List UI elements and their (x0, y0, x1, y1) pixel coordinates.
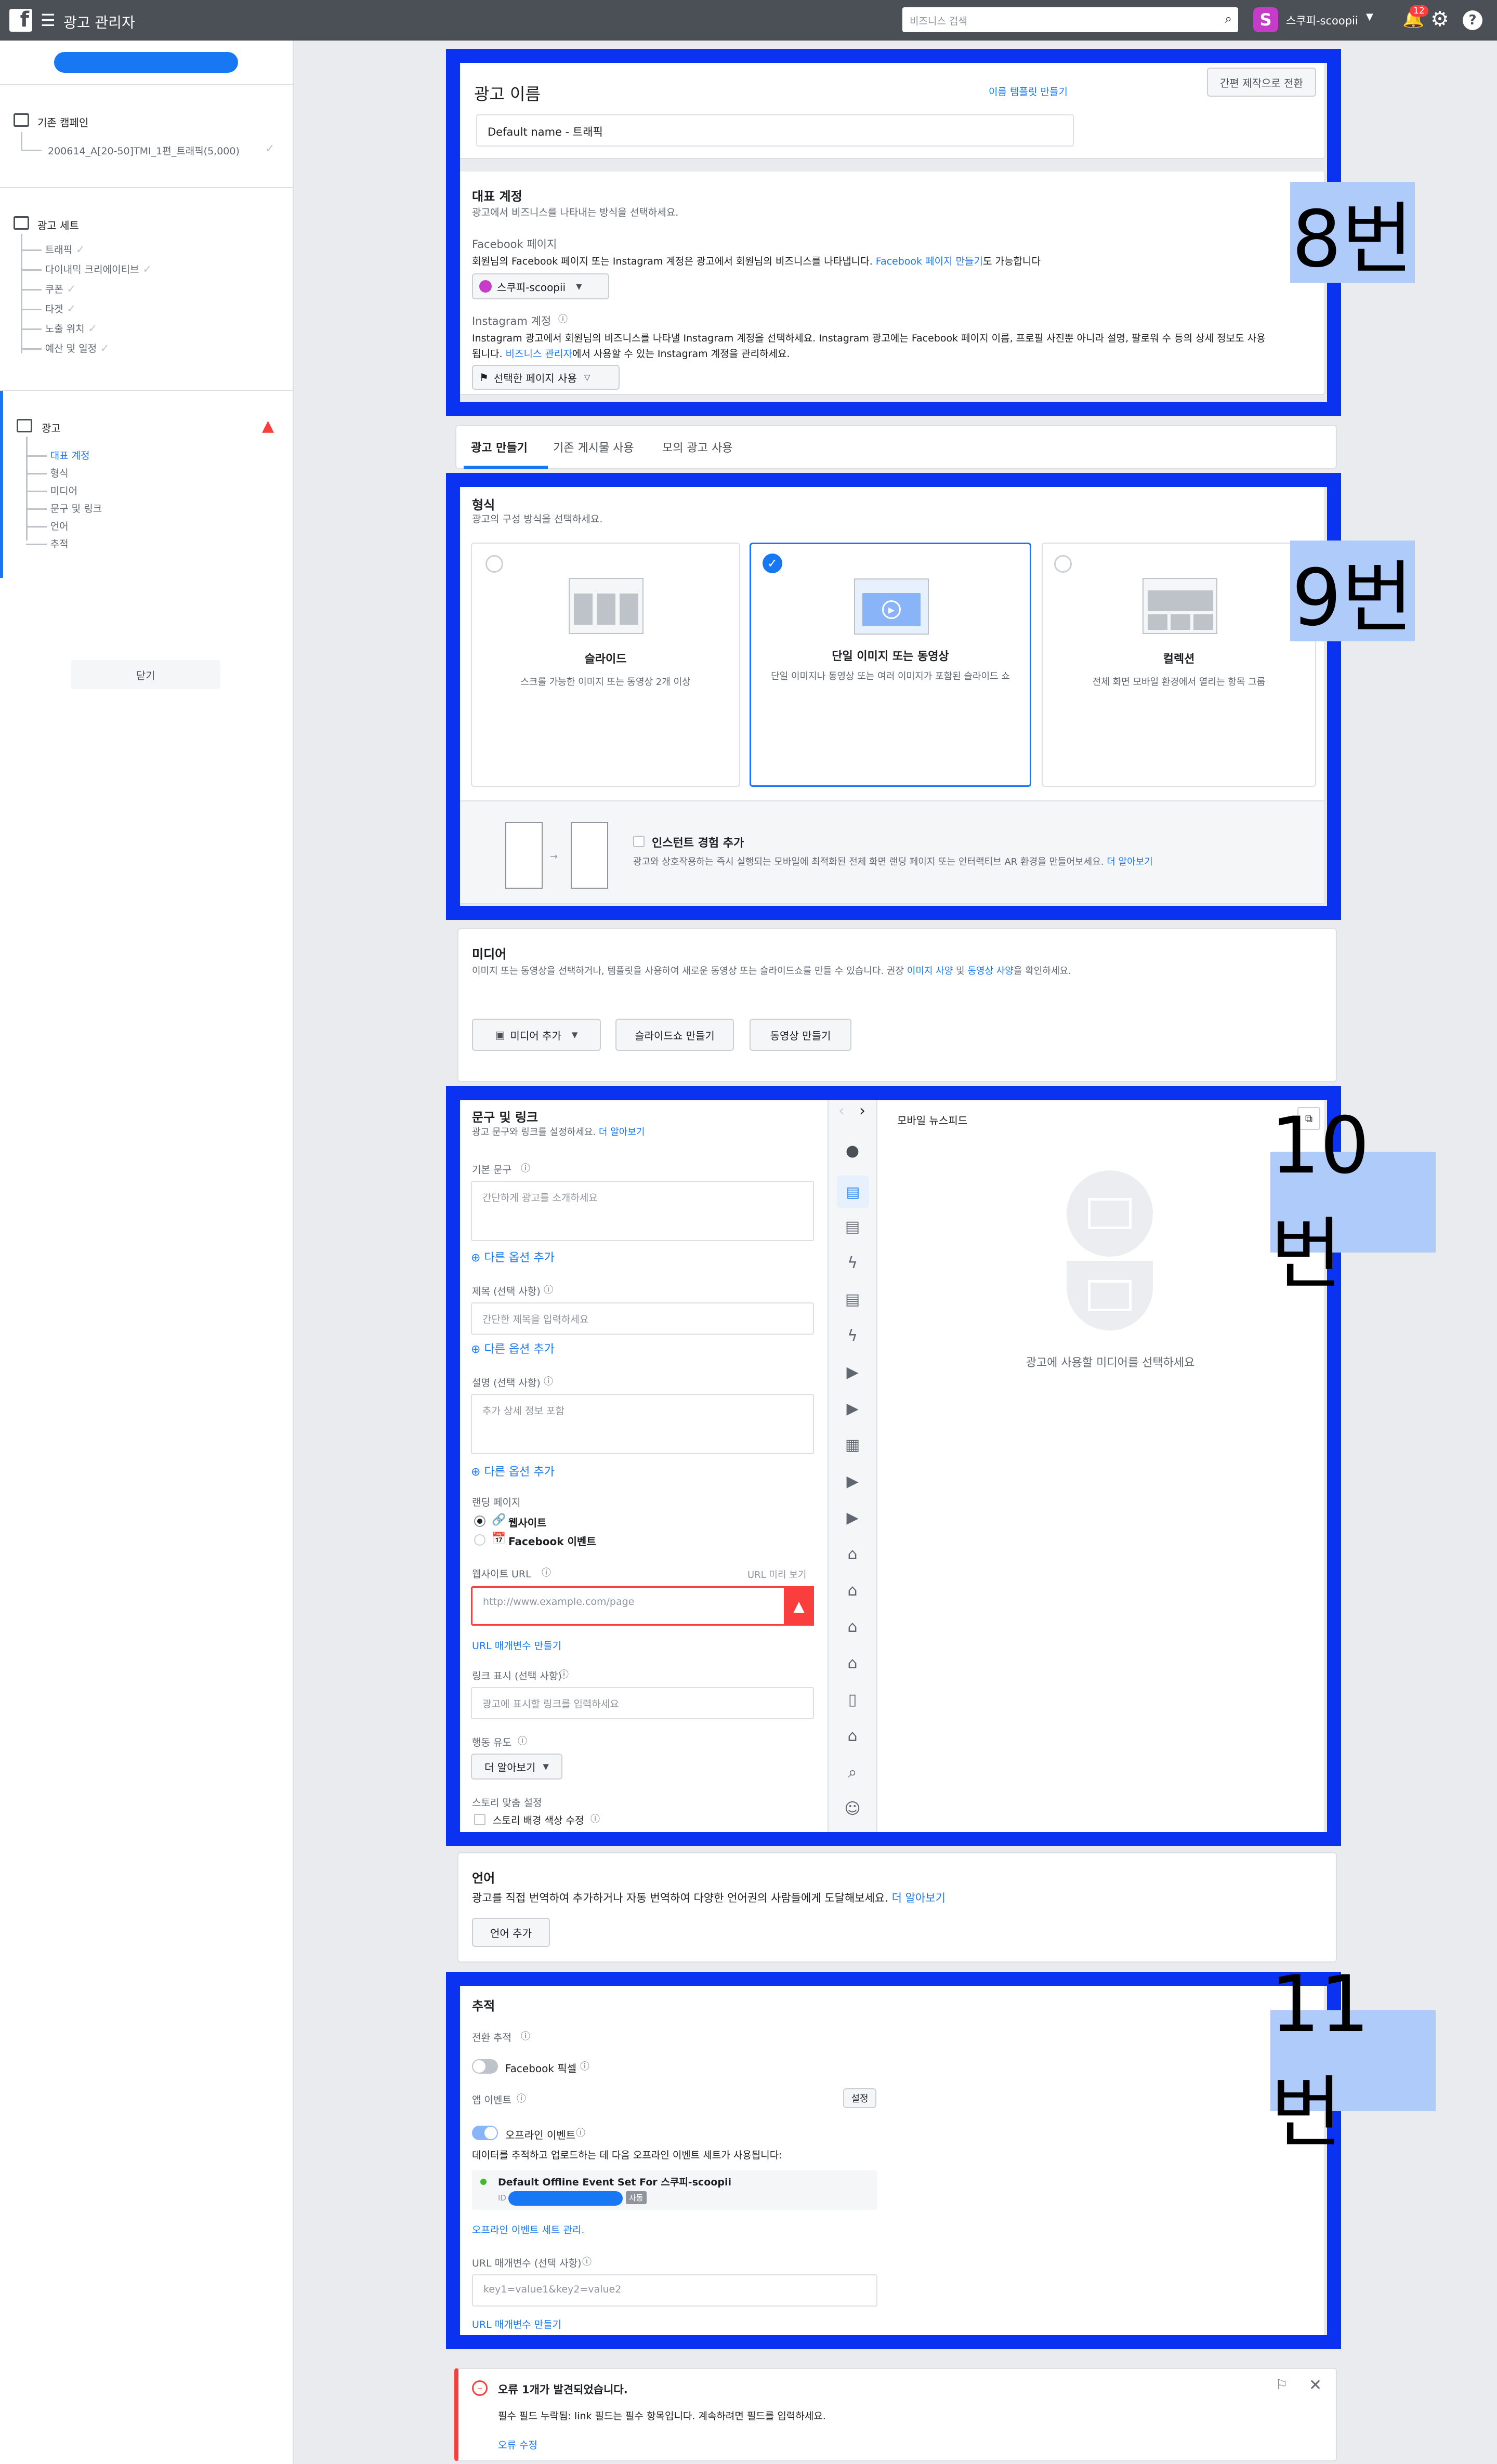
tab-active-underline (464, 466, 548, 469)
tab-mock-ad[interactable]: 모의 광고 사용 (662, 439, 732, 455)
annotation-frame-11 (446, 1972, 1341, 2349)
sidebar-item-language[interactable]: 언어 (26, 519, 69, 533)
annotation-frame-10 (446, 1086, 1341, 1846)
annotation-label-10: 10번 (1270, 1101, 1436, 1300)
feedback-icon[interactable]: ⚐ (1276, 2377, 1288, 2393)
account-avatar[interactable]: S (1253, 7, 1278, 32)
campaign-icon (14, 113, 29, 127)
active-indicator (0, 391, 3, 578)
chevron-down-icon: ▼ (571, 1030, 578, 1039)
close-button[interactable]: 닫기 (71, 660, 220, 689)
create-slideshow-button[interactable]: 슬라이드쇼 만들기 (615, 1019, 734, 1051)
menu-icon[interactable]: ☰ (41, 10, 56, 30)
sidebar-item-format[interactable]: 형식 (26, 466, 69, 480)
image-icon: ▣ (495, 1029, 505, 1041)
notification-badge: 12 (1410, 5, 1428, 17)
annotation-frame-8 (446, 49, 1341, 416)
campaign-name[interactable]: 200614_A[20-50]TMI_1편_트래픽(5,000) (48, 143, 240, 157)
tab-create-ad[interactable]: 광고 만들기 (471, 439, 528, 455)
annotation-label-8: 8번 (1290, 182, 1415, 285)
error-desc: 필수 필드 누락됨: link 필드는 필수 항목입니다. 계속하려면 필드를 … (498, 2410, 826, 2422)
create-video-button[interactable]: 동영상 만들기 (750, 1019, 851, 1051)
ad-header: 광고 (42, 422, 61, 434)
video-spec-link[interactable]: 동영상 사양 (967, 966, 1014, 977)
sidebar-item-dynamic[interactable]: 다이내믹 크리에이티브 ✓ (21, 262, 152, 276)
media-desc: 이미지 또는 동영상을 선택하거나, 템플릿을 사용하여 새로운 동영상 또는 … (472, 966, 1071, 977)
error-title: 오류 1개가 발견되었습니다. (498, 2383, 628, 2396)
search-icon[interactable]: ⌕ (1225, 11, 1232, 26)
sidebar-item-target[interactable]: 타겟 ✓ (21, 301, 76, 315)
help-icon[interactable]: ? (1463, 10, 1482, 30)
sidebar-item-copy[interactable]: 문구 및 링크 (26, 501, 102, 515)
tab-existing-post[interactable]: 기존 게시물 사용 (553, 439, 634, 455)
top-bar: f ☰ 광고 관리자 비즈니스 검색 ⌕ S 스쿠피-scoopii ▼ 🔔 1… (0, 0, 1497, 41)
error-banner: – 오류 1개가 발견되었습니다. 필수 필드 누락됨: link 필드는 필수… (454, 2368, 1337, 2461)
search-box[interactable]: 비즈니스 검색 ⌕ (902, 7, 1238, 32)
campaign-header: 기존 캠페인 (37, 116, 89, 129)
sidebar-item-coupon[interactable]: 쿠폰 ✓ (21, 282, 76, 296)
app-title: 광고 관리자 (63, 14, 135, 31)
fix-error-link[interactable]: 오류 수정 (498, 2437, 537, 2452)
create-tabs: 광고 만들기 기존 게시물 사용 모의 광고 사용 (455, 425, 1337, 469)
redacted-name (54, 52, 238, 73)
add-media-button[interactable]: ▣ 미디어 추가 ▼ (472, 1019, 601, 1051)
image-spec-link[interactable]: 이미지 사양 (907, 966, 953, 977)
chevron-down-icon[interactable]: ▼ (1366, 11, 1373, 22)
sidebar-item-budget[interactable]: 예산 및 일정 ✓ (21, 341, 109, 355)
media-title: 미디어 (472, 947, 507, 961)
language-learn-more-link[interactable]: 더 알아보기 (892, 1892, 946, 1904)
language-desc: 광고를 직접 번역하여 추가하거나 자동 번역하여 다양한 언어권의 사람들에게… (472, 1892, 946, 1904)
adset-header: 광고 세트 (37, 219, 79, 232)
ad-icon (17, 419, 32, 432)
add-language-button[interactable]: 언어 추가 (472, 1918, 550, 1947)
language-card: 언어 광고를 직접 번역하여 추가하거나 자동 번역하여 다양한 언어권의 사람… (457, 1852, 1337, 1962)
sidebar-item-tracking[interactable]: 추적 (26, 536, 69, 550)
annotation-label-9: 9번 (1290, 541, 1415, 643)
gear-icon[interactable]: ⚙ (1430, 7, 1449, 31)
sidebar-item-traffic[interactable]: 트래픽 ✓ (21, 242, 85, 256)
close-icon[interactable]: ✕ (1309, 2376, 1322, 2394)
sidebar-item-identity[interactable]: 대표 계정 (26, 448, 90, 462)
adset-icon (14, 216, 29, 230)
language-title: 언어 (472, 1871, 495, 1886)
sidebar-item-media[interactable]: 미디어 (26, 483, 77, 497)
account-name[interactable]: 스쿠피-scoopii (1286, 12, 1358, 28)
error-icon: – (472, 2380, 488, 2396)
sidebar-item-placement[interactable]: 노출 위치 ✓ (21, 321, 97, 335)
annotation-frame-9 (446, 473, 1341, 920)
annotation-label-11: 11번 (1270, 1959, 1436, 2158)
facebook-logo[interactable]: f (9, 8, 32, 32)
check-icon: ✓ (265, 142, 275, 155)
search-input[interactable]: 비즈니스 검색 (910, 14, 967, 28)
media-card: 미디어 이미지 또는 동영상을 선택하거나, 템플릿을 사용하여 새로운 동영상… (457, 928, 1337, 1082)
sidebar: 기존 캠페인 200614_A[20-50]TMI_1편_트래픽(5,000) … (0, 41, 294, 2464)
warning-icon: ▲ (262, 417, 274, 435)
